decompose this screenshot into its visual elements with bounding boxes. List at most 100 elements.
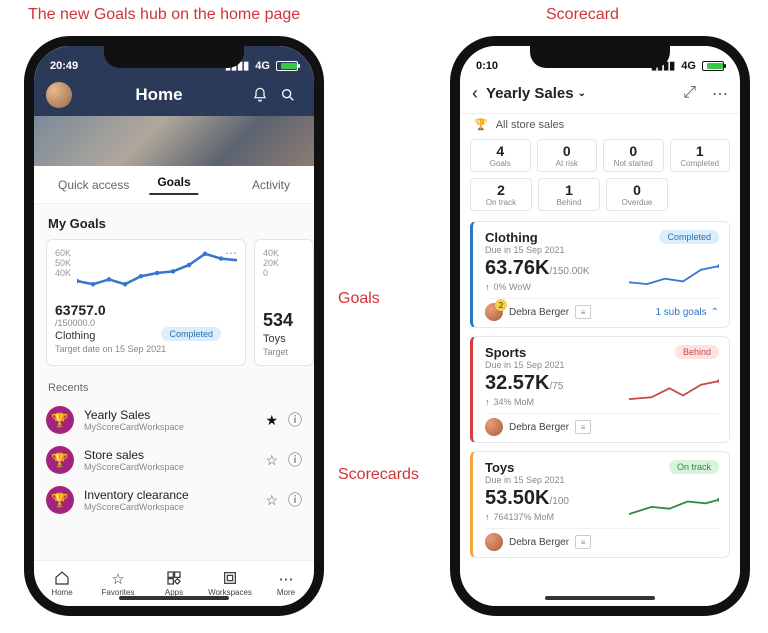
stat-value: 4: [473, 143, 528, 159]
star-icon[interactable]: ★: [265, 412, 278, 429]
status-badge: Behind: [675, 345, 719, 359]
goal-sparkline: [77, 248, 237, 298]
stat-completed[interactable]: 1Completed: [670, 139, 731, 172]
star-icon[interactable]: ☆: [265, 452, 278, 469]
goal-date: Target date on 15 Sep 2021: [55, 344, 237, 354]
stat-overdue[interactable]: 0Overdue: [606, 178, 668, 211]
owner-avatar[interactable]: [485, 418, 503, 436]
recent-item[interactable]: 🏆 Inventory clearance MyScoreCardWorkspa…: [46, 480, 302, 520]
network-label: 4G: [681, 60, 696, 72]
stat-value: 1: [673, 143, 728, 159]
sc-due: Due in 15 Sep 2021: [485, 360, 565, 370]
stat-label: Behind: [541, 198, 597, 207]
home-indicator: [545, 596, 655, 600]
app-header: Home: [34, 74, 314, 116]
sc-name: Clothing: [485, 230, 565, 245]
sparkline: [629, 488, 719, 524]
status-time: 0:10: [476, 60, 498, 72]
note-icon[interactable]: ≡: [575, 420, 591, 434]
stat-label: At risk: [540, 159, 595, 168]
breadcrumb[interactable]: 🏆 All store sales: [460, 114, 740, 135]
status-time: 20:49: [50, 60, 78, 72]
stat-label: Not started: [606, 159, 661, 168]
info-icon[interactable]: ⓘ: [288, 490, 302, 510]
avatar[interactable]: [46, 82, 72, 108]
status-badge: Completed: [161, 327, 221, 341]
tab-quick-access[interactable]: Quick access: [50, 178, 137, 192]
stat-atrisk[interactable]: 0At risk: [537, 139, 598, 172]
stat-goals[interactable]: 4Goals: [470, 139, 531, 172]
more-icon[interactable]: ⋯: [712, 84, 728, 104]
sc-target: /150.00K: [550, 266, 590, 277]
goal-value: 534: [263, 310, 305, 331]
stat-ontrack[interactable]: 2On track: [470, 178, 532, 211]
y-tick: 60K: [55, 248, 77, 258]
arrow-up-icon: ↑: [485, 282, 490, 292]
owner-avatar[interactable]: [485, 533, 503, 551]
nav-home[interactable]: Home: [34, 561, 90, 606]
owner-name: Debra Berger: [509, 537, 569, 548]
hero-image: [34, 116, 314, 166]
nav-label: More: [277, 588, 295, 597]
recent-item[interactable]: 🏆 Yearly Sales MyScoreCardWorkspace ★ ⓘ: [46, 400, 302, 440]
recent-workspace: MyScoreCardWorkspace: [84, 462, 255, 472]
scorecard-item-sports[interactable]: Sports Due in 15 Sep 2021 Behind 32.57K/…: [470, 336, 730, 443]
y-tick: 40K: [263, 248, 305, 258]
note-icon[interactable]: ≡: [575, 535, 591, 549]
my-goals-title: My Goals: [48, 216, 300, 231]
sc-target: /75: [550, 381, 564, 392]
owner-avatar[interactable]: [485, 303, 503, 321]
scorecard-item-toys[interactable]: Toys Due in 15 Sep 2021 On track 53.50K/…: [470, 451, 730, 558]
header-title: Home: [72, 85, 246, 105]
phone-scorecard: 0:10 ▮▮▮▮ 4G ‹ Yearly Sales ⌄ ⤢ ⋯ 🏆 All …: [450, 36, 750, 616]
stat-notstarted[interactable]: 0Not started: [603, 139, 664, 172]
network-label: 4G: [255, 60, 270, 72]
goal-card-toys[interactable]: 40K 20K 0 534 Toys Target: [254, 239, 314, 366]
scorecard-item-clothing[interactable]: Clothing Due in 15 Sep 2021 Completed 63…: [470, 221, 730, 328]
annotation-goals-hub: The new Goals hub on the home page: [28, 6, 300, 24]
recent-name: Store sales: [84, 448, 255, 462]
sc-target: /100: [550, 496, 569, 507]
home-indicator: [119, 596, 229, 600]
stat-value: 1: [541, 182, 597, 198]
arrow-up-icon: ↑: [485, 397, 490, 407]
info-icon[interactable]: ⓘ: [288, 450, 302, 470]
search-icon[interactable]: [274, 87, 302, 103]
scorecard-title[interactable]: Yearly Sales ⌄: [486, 85, 683, 102]
stat-value: 2: [473, 182, 529, 198]
annotation-scorecards: Scorecards: [338, 466, 419, 484]
sub-goals-toggle[interactable]: 1 sub goals⌃: [655, 307, 719, 318]
stat-behind[interactable]: 1Behind: [538, 178, 600, 211]
scorecard-list[interactable]: Clothing Due in 15 Sep 2021 Completed 63…: [460, 221, 740, 606]
sc-name: Sports: [485, 345, 565, 360]
y-axis: 40K 20K 0: [263, 248, 305, 278]
stat-label: Overdue: [609, 198, 665, 207]
goal-card-clothing[interactable]: ⋯ 60K 50K 40K 63757.0 /150000.0: [46, 239, 246, 366]
bell-icon[interactable]: [246, 87, 274, 103]
recent-name: Yearly Sales: [84, 408, 255, 422]
tab-activity[interactable]: Activity: [244, 178, 298, 192]
goal-cards-row[interactable]: ⋯ 60K 50K 40K 63757.0 /150000.0: [46, 239, 302, 366]
trophy-icon: 🏆: [46, 406, 74, 434]
recent-item[interactable]: 🏆 Store sales MyScoreCardWorkspace ☆ ⓘ: [46, 440, 302, 480]
recent-workspace: MyScoreCardWorkspace: [84, 422, 255, 432]
recent-workspace: MyScoreCardWorkspace: [84, 502, 255, 512]
star-icon[interactable]: ☆: [265, 492, 278, 509]
more-icon[interactable]: ⋯: [225, 246, 237, 260]
back-icon[interactable]: ‹: [472, 83, 478, 104]
goal-value: 63757.0: [55, 302, 237, 318]
tab-goals[interactable]: Goals: [149, 175, 198, 195]
stat-label: Goals: [473, 159, 528, 168]
stats-grid: 4Goals 0At risk 0Not started 1Completed …: [460, 135, 740, 221]
battery-icon: [276, 61, 298, 71]
note-icon[interactable]: ≡: [575, 305, 591, 319]
stat-value: 0: [609, 182, 665, 198]
expand-icon[interactable]: ⤢: [683, 84, 696, 104]
nav-more[interactable]: ⋯More: [258, 561, 314, 606]
info-icon[interactable]: ⓘ: [288, 410, 302, 430]
sc-name: Toys: [485, 460, 565, 475]
y-axis: 60K 50K 40K: [55, 248, 77, 298]
goal-date: Target: [263, 347, 305, 357]
home-tabs: Quick access Goals Activity: [34, 166, 314, 204]
sparkline: [629, 258, 719, 294]
